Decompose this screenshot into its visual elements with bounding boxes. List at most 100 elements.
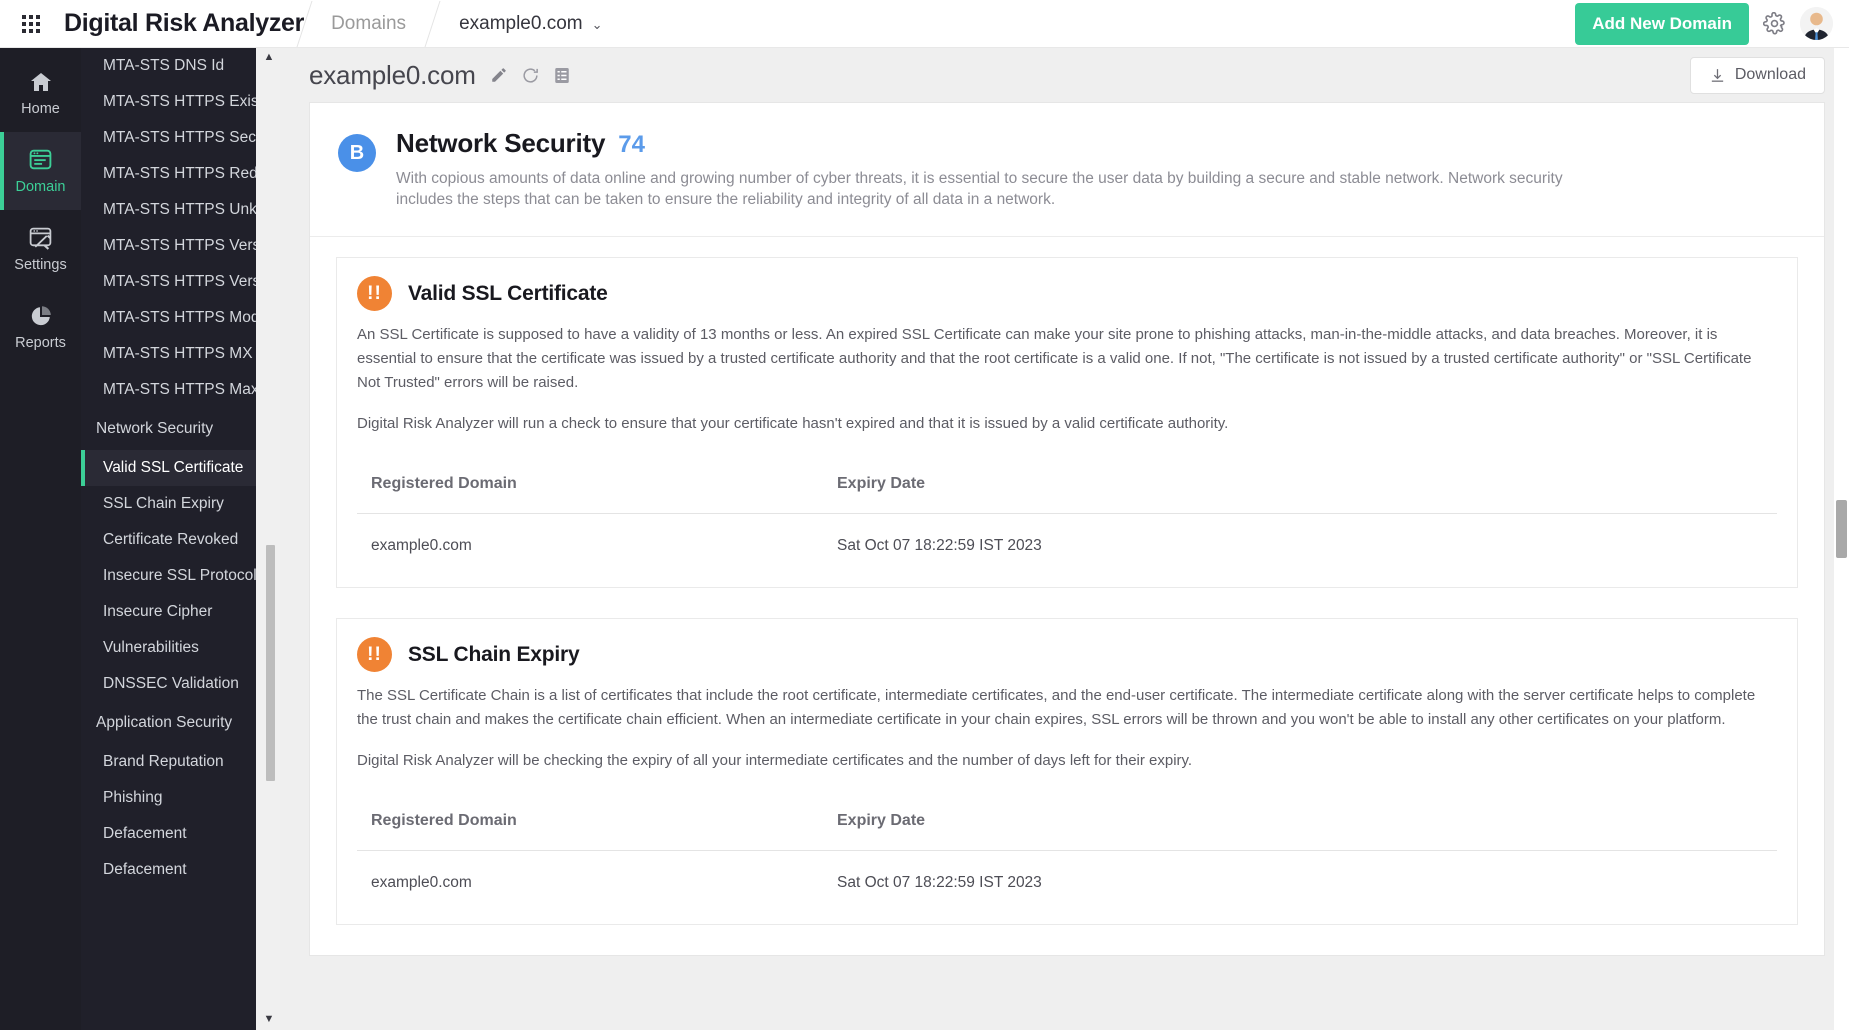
- sidebar-subitem[interactable]: Valid SSL Certificate: [81, 450, 280, 486]
- nav-group-label: Application Security: [96, 714, 232, 732]
- main-scrollbar-thumb[interactable]: [1836, 500, 1847, 558]
- sidebar-item-label: Home: [21, 101, 60, 117]
- gear-icon[interactable]: [1763, 12, 1786, 35]
- overview-score: 74: [618, 131, 645, 159]
- check-card-paragraph: Digital Risk Analyzer will be checking t…: [357, 749, 1777, 773]
- sidebar-subitem[interactable]: MTA-STS HTTPS Secured: [81, 120, 280, 156]
- primary-nav-rail: Home Domain: [0, 48, 81, 1030]
- table-row: example0.comSat Oct 07 18:22:59 IST 2023: [357, 514, 1777, 580]
- secondary-nav-scrollbar-gutter: [256, 48, 280, 1030]
- nav-group-header[interactable]: Application Security⌃: [81, 702, 280, 744]
- table-column-header: Registered Domain: [357, 790, 837, 851]
- table-cell: Sat Oct 07 18:22:59 IST 2023: [837, 514, 1777, 580]
- sidebar-subitem[interactable]: Vulnerabilities: [81, 630, 280, 666]
- sidebar-subitem[interactable]: Defacement: [81, 852, 280, 888]
- sidebar-subitem[interactable]: Brand Reputation: [81, 744, 280, 780]
- brand-title: Digital Risk Analyzer: [64, 9, 304, 38]
- add-new-domain-button[interactable]: Add New Domain: [1575, 3, 1749, 45]
- check-card-body: The SSL Certificate Chain is a list of c…: [337, 684, 1797, 924]
- grid-dots: [22, 15, 40, 33]
- main-content: example0.com Download: [280, 48, 1849, 1030]
- sidebar-subitem[interactable]: MTA-STS HTTPS Version: [81, 228, 280, 264]
- user-avatar[interactable]: [1800, 7, 1833, 40]
- sidebar-subitem[interactable]: Insecure Cipher: [81, 594, 280, 630]
- sidebar-subitem[interactable]: MTA-STS HTTPS Version...: [81, 264, 280, 300]
- check-card-paragraph: Digital Risk Analyzer will run a check t…: [357, 412, 1777, 436]
- body-region: Home Domain: [0, 48, 1849, 1030]
- pie-chart-icon: [28, 304, 54, 328]
- report-list-icon[interactable]: [553, 66, 571, 85]
- content-header: example0.com Download: [280, 48, 1849, 102]
- check-card-body: An SSL Certificate is supposed to have a…: [337, 323, 1797, 587]
- content-header-icons: [490, 66, 571, 85]
- warning-exclamation-icon: !!: [357, 637, 392, 672]
- download-icon: [1709, 67, 1726, 84]
- sidebar-subitem[interactable]: Insecure SSL Protocol: [81, 558, 280, 594]
- sidebar-subitem[interactable]: MTA-STS HTTPS Redun...: [81, 156, 280, 192]
- sidebar-subitem[interactable]: MTA-STS HTTPS Existen...: [81, 84, 280, 120]
- settings-tools-icon: [27, 225, 54, 250]
- grade-badge: B: [338, 134, 376, 172]
- check-card: !! SSL Chain Expiry The SSL Certificate Ch…: [336, 618, 1798, 925]
- apps-grid-icon[interactable]: [8, 15, 54, 33]
- sidebar-subitem[interactable]: MTA-STS HTTPS Max Age: [81, 372, 280, 408]
- sidebar-subitem[interactable]: MTA-STS DNS Id: [81, 48, 280, 84]
- table-cell: example0.com: [357, 851, 837, 917]
- results-table: Registered DomainExpiry Dateexample0.com…: [357, 453, 1777, 579]
- top-bar-actions: Add New Domain: [1575, 3, 1849, 45]
- domain-window-icon: [27, 147, 54, 172]
- nav-group-header[interactable]: Network Security⌃: [81, 408, 280, 450]
- table-column-header: Registered Domain: [357, 453, 837, 514]
- check-card-title: Valid SSL Certificate: [408, 282, 608, 306]
- warning-exclamation-icon: !!: [357, 276, 392, 311]
- breadcrumb-domain-label: example0.com: [459, 13, 583, 34]
- sidebar-subitem[interactable]: Certificate Revoked: [81, 522, 280, 558]
- secondary-nav-scrollbar-thumb[interactable]: [266, 545, 275, 781]
- check-card-title: SSL Chain Expiry: [408, 643, 579, 667]
- sidebar-subitem[interactable]: SSL Chain Expiry: [81, 486, 280, 522]
- sidebar-item-label: Settings: [14, 257, 66, 273]
- check-card-paragraph: An SSL Certificate is supposed to have a…: [357, 323, 1777, 395]
- table-column-header: Expiry Date: [837, 453, 1777, 514]
- overview-description: With copious amounts of data online and …: [396, 168, 1566, 210]
- nav-group-label: Network Security: [96, 420, 213, 438]
- pencil-icon[interactable]: [490, 66, 508, 84]
- home-icon: [28, 70, 54, 94]
- sidebar-subitem[interactable]: MTA-STS HTTPS Unkno...: [81, 192, 280, 228]
- sidebar-subitem[interactable]: Defacement: [81, 816, 280, 852]
- breadcrumb-domains[interactable]: Domains: [305, 13, 432, 35]
- scroll-down-arrow-icon[interactable]: ▼: [262, 1012, 276, 1026]
- table-header-row: Registered DomainExpiry Date: [357, 453, 1777, 514]
- content-scroll-area: B Network Security 74 With copious amoun…: [280, 102, 1849, 1030]
- sidebar-item-domain[interactable]: Domain: [0, 132, 81, 210]
- download-label: Download: [1735, 66, 1806, 84]
- download-button[interactable]: Download: [1690, 57, 1825, 94]
- chevron-down-icon: ⌄: [592, 17, 603, 32]
- check-card-paragraph: The SSL Certificate Chain is a list of c…: [357, 684, 1777, 732]
- overview-section: B Network Security 74 With copious amoun…: [310, 103, 1824, 237]
- sidebar-item-label: Domain: [16, 179, 66, 195]
- sidebar-subitem[interactable]: DNSSEC Validation: [81, 666, 280, 702]
- sidebar-item-label: Reports: [15, 335, 66, 351]
- sidebar-item-home[interactable]: Home: [0, 54, 81, 132]
- check-card-header: !! Valid SSL Certificate: [337, 258, 1797, 323]
- secondary-nav: MTA-STS DNS IdMTA-STS HTTPS Existen...MT…: [81, 48, 280, 1030]
- sidebar-subitem[interactable]: MTA-STS HTTPS MX: [81, 336, 280, 372]
- refresh-icon[interactable]: [521, 66, 540, 85]
- sidebar-subitem[interactable]: Phishing: [81, 780, 280, 816]
- scroll-up-arrow-icon[interactable]: ▲: [262, 50, 276, 64]
- main-scrollbar[interactable]: [1834, 48, 1849, 1030]
- overview-title-row: Network Security 74: [396, 128, 1566, 159]
- breadcrumb-current-domain[interactable]: example0.com ⌄: [433, 13, 628, 35]
- network-security-panel: B Network Security 74 With copious amoun…: [309, 102, 1825, 956]
- sidebar-item-reports[interactable]: Reports: [0, 288, 81, 366]
- check-card-header: !! SSL Chain Expiry: [337, 619, 1797, 684]
- sidebar-subitem[interactable]: MTA-STS HTTPS Mode: [81, 300, 280, 336]
- sidebar-item-settings[interactable]: Settings: [0, 210, 81, 288]
- table-header-row: Registered DomainExpiry Date: [357, 790, 1777, 851]
- overview-title: Network Security: [396, 128, 605, 159]
- overview-text: Network Security 74 With copious amounts…: [396, 128, 1566, 210]
- table-cell: example0.com: [357, 514, 837, 580]
- page-title: example0.com: [309, 60, 476, 91]
- secondary-nav-list: MTA-STS DNS IdMTA-STS HTTPS Existen...MT…: [81, 48, 280, 898]
